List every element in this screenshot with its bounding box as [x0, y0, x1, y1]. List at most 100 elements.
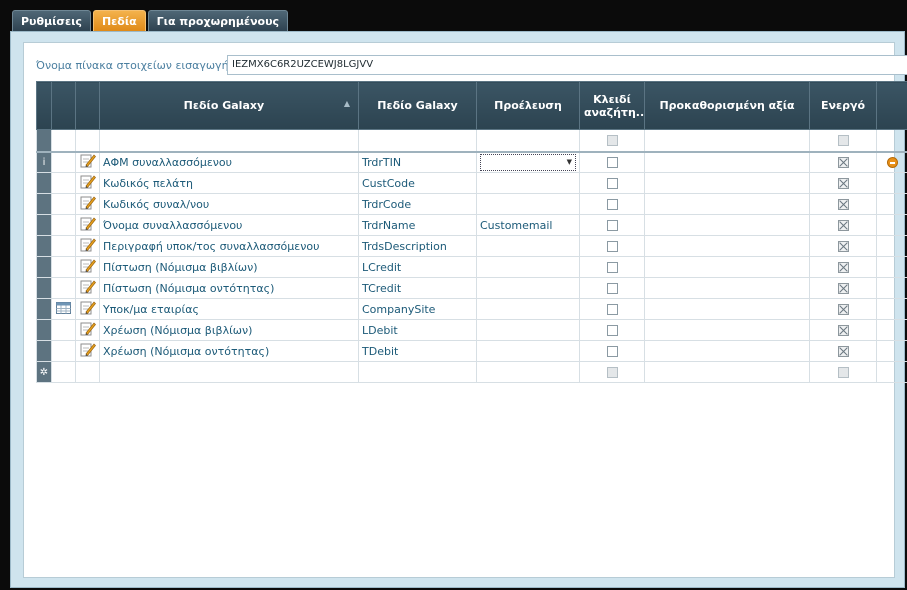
new-row-cell[interactable]	[476, 361, 580, 383]
default-value-cell[interactable]	[644, 256, 810, 278]
header-galaxy-field-label[interactable]: Πεδίο Galaxy ▲	[99, 81, 359, 130]
table-row[interactable]: Όνομα συναλλασσόμενου TrdrName Customemail	[36, 214, 907, 236]
source-cell[interactable]	[476, 298, 580, 320]
galaxy-field-cell[interactable]: TrdrTIN	[358, 151, 477, 173]
row-selector[interactable]	[36, 193, 52, 215]
active-checkbox[interactable]	[837, 157, 849, 169]
table-row[interactable]: Πίστωση (Νόμισμα οντότητας) TCredit	[36, 277, 907, 299]
source-cell[interactable]	[476, 340, 580, 362]
default-value-cell[interactable]	[644, 235, 810, 257]
new-row-cell[interactable]	[75, 361, 100, 383]
default-value-cell[interactable]	[644, 319, 810, 341]
active-checkbox[interactable]	[837, 325, 849, 336]
table-row[interactable]: Πίστωση (Νόμισμα βιβλίων) LCredit	[36, 256, 907, 278]
field-label-cell[interactable]: Πίστωση (Νόμισμα βιβλίων)	[99, 256, 359, 278]
lookup-key-checkbox[interactable]	[606, 304, 618, 315]
new-row-lookup-checkbox[interactable]	[606, 367, 618, 378]
active-checkbox[interactable]	[837, 346, 849, 357]
field-label-cell[interactable]: ΑΦΜ συναλλασσόμενου	[99, 151, 359, 173]
default-value-cell[interactable]	[644, 298, 810, 320]
source-dropdown[interactable]: ▼	[480, 153, 576, 171]
new-row-cell[interactable]	[99, 361, 359, 383]
lookup-key-checkbox[interactable]	[606, 262, 618, 273]
edit-icon[interactable]	[80, 321, 96, 339]
filter-cell[interactable]	[99, 129, 359, 153]
filter-cell[interactable]	[75, 129, 100, 153]
new-row[interactable]: ✲	[36, 361, 907, 383]
lookup-key-checkbox[interactable]	[606, 178, 618, 189]
active-checkbox[interactable]	[837, 241, 849, 252]
source-cell[interactable]	[476, 172, 580, 194]
edit-icon[interactable]	[80, 237, 96, 255]
edit-icon[interactable]	[80, 279, 96, 297]
edit-icon[interactable]	[80, 153, 96, 171]
active-checkbox[interactable]	[837, 199, 849, 210]
row-selector[interactable]	[36, 235, 52, 257]
field-label-cell[interactable]: Κωδικός συναλ/νου	[99, 193, 359, 215]
default-value-cell[interactable]	[644, 193, 810, 215]
table-row[interactable]: Χρέωση (Νόμισμα οντότητας) TDebit	[36, 340, 907, 362]
row-selector[interactable]	[36, 277, 52, 299]
galaxy-field-cell[interactable]: CustCode	[358, 172, 477, 194]
default-value-cell[interactable]	[644, 277, 810, 299]
galaxy-field-cell[interactable]: CompanySite	[358, 298, 477, 320]
header-default-value[interactable]: Προκαθορισμένη αξία	[644, 81, 810, 130]
default-value-cell[interactable]	[644, 340, 810, 362]
field-label-cell[interactable]: Κωδικός πελάτη	[99, 172, 359, 194]
table-icon[interactable]	[56, 301, 71, 317]
new-row-selector[interactable]: ✲	[36, 361, 52, 383]
source-cell[interactable]: Customemail	[476, 214, 580, 236]
default-value-cell[interactable]	[644, 151, 810, 173]
row-selector[interactable]	[36, 256, 52, 278]
tab-fields[interactable]: Πεδία	[92, 10, 146, 31]
galaxy-field-cell[interactable]: TCredit	[358, 277, 477, 299]
lookup-key-checkbox[interactable]	[606, 283, 618, 294]
table-row[interactable]: Περιγραφή υποκ/τος συναλλασσόμενου TrdsDe…	[36, 235, 907, 257]
table-row[interactable]: Χρέωση (Νόμισμα βιβλίων) LDebit	[36, 319, 907, 341]
edit-icon[interactable]	[80, 342, 96, 360]
edit-icon[interactable]	[80, 195, 96, 213]
source-cell[interactable]	[476, 235, 580, 257]
filter-lookup-checkbox[interactable]	[606, 135, 618, 147]
row-selector[interactable]	[36, 298, 52, 320]
source-cell[interactable]	[476, 256, 580, 278]
field-label-cell[interactable]: Περιγραφή υποκ/τος συναλλασσόμενου	[99, 235, 359, 257]
edit-icon[interactable]	[80, 258, 96, 276]
edit-icon[interactable]	[80, 174, 96, 192]
table-row[interactable]: Κωδικός συναλ/νου TrdrCode	[36, 193, 907, 215]
edit-icon[interactable]	[80, 216, 96, 234]
row-selector[interactable]	[36, 214, 52, 236]
source-cell[interactable]	[476, 277, 580, 299]
lookup-key-checkbox[interactable]	[606, 346, 618, 357]
new-row-cell[interactable]	[644, 361, 810, 383]
field-label-cell[interactable]: Πίστωση (Νόμισμα οντότητας)	[99, 277, 359, 299]
lookup-key-checkbox[interactable]	[606, 199, 618, 210]
filter-cell[interactable]	[476, 129, 580, 153]
lookup-key-checkbox[interactable]	[606, 157, 618, 169]
tab-settings[interactable]: Ρυθμίσεις	[12, 10, 91, 31]
lookup-key-checkbox[interactable]	[606, 241, 618, 252]
lookup-key-checkbox[interactable]	[606, 220, 618, 231]
header-active[interactable]: Ενεργό	[809, 81, 877, 130]
active-checkbox[interactable]	[837, 304, 849, 315]
galaxy-field-cell[interactable]: TrdrName	[358, 214, 477, 236]
active-checkbox[interactable]	[837, 262, 849, 273]
active-checkbox[interactable]	[837, 283, 849, 294]
active-checkbox[interactable]	[837, 220, 849, 231]
row-selector[interactable]	[36, 340, 52, 362]
galaxy-field-cell[interactable]: LCredit	[358, 256, 477, 278]
field-label-cell[interactable]: Υποκ/μα εταιρίας	[99, 298, 359, 320]
edit-icon[interactable]	[80, 300, 96, 318]
table-row[interactable]: Υποκ/μα εταιρίας CompanySite	[36, 298, 907, 320]
active-checkbox[interactable]	[837, 178, 849, 189]
field-label-cell[interactable]: Χρέωση (Νόμισμα οντότητας)	[99, 340, 359, 362]
row-selector[interactable]	[36, 172, 52, 194]
filter-active-checkbox[interactable]	[837, 135, 849, 147]
chevron-down-icon[interactable]: ▼	[567, 158, 572, 166]
filter-cell[interactable]	[51, 129, 76, 153]
filter-cell[interactable]	[358, 129, 477, 153]
row-selector[interactable]: i	[36, 151, 52, 173]
galaxy-field-cell[interactable]: LDebit	[358, 319, 477, 341]
header-galaxy-field[interactable]: Πεδίο Galaxy	[358, 81, 477, 130]
galaxy-field-cell[interactable]: TrdrCode	[358, 193, 477, 215]
